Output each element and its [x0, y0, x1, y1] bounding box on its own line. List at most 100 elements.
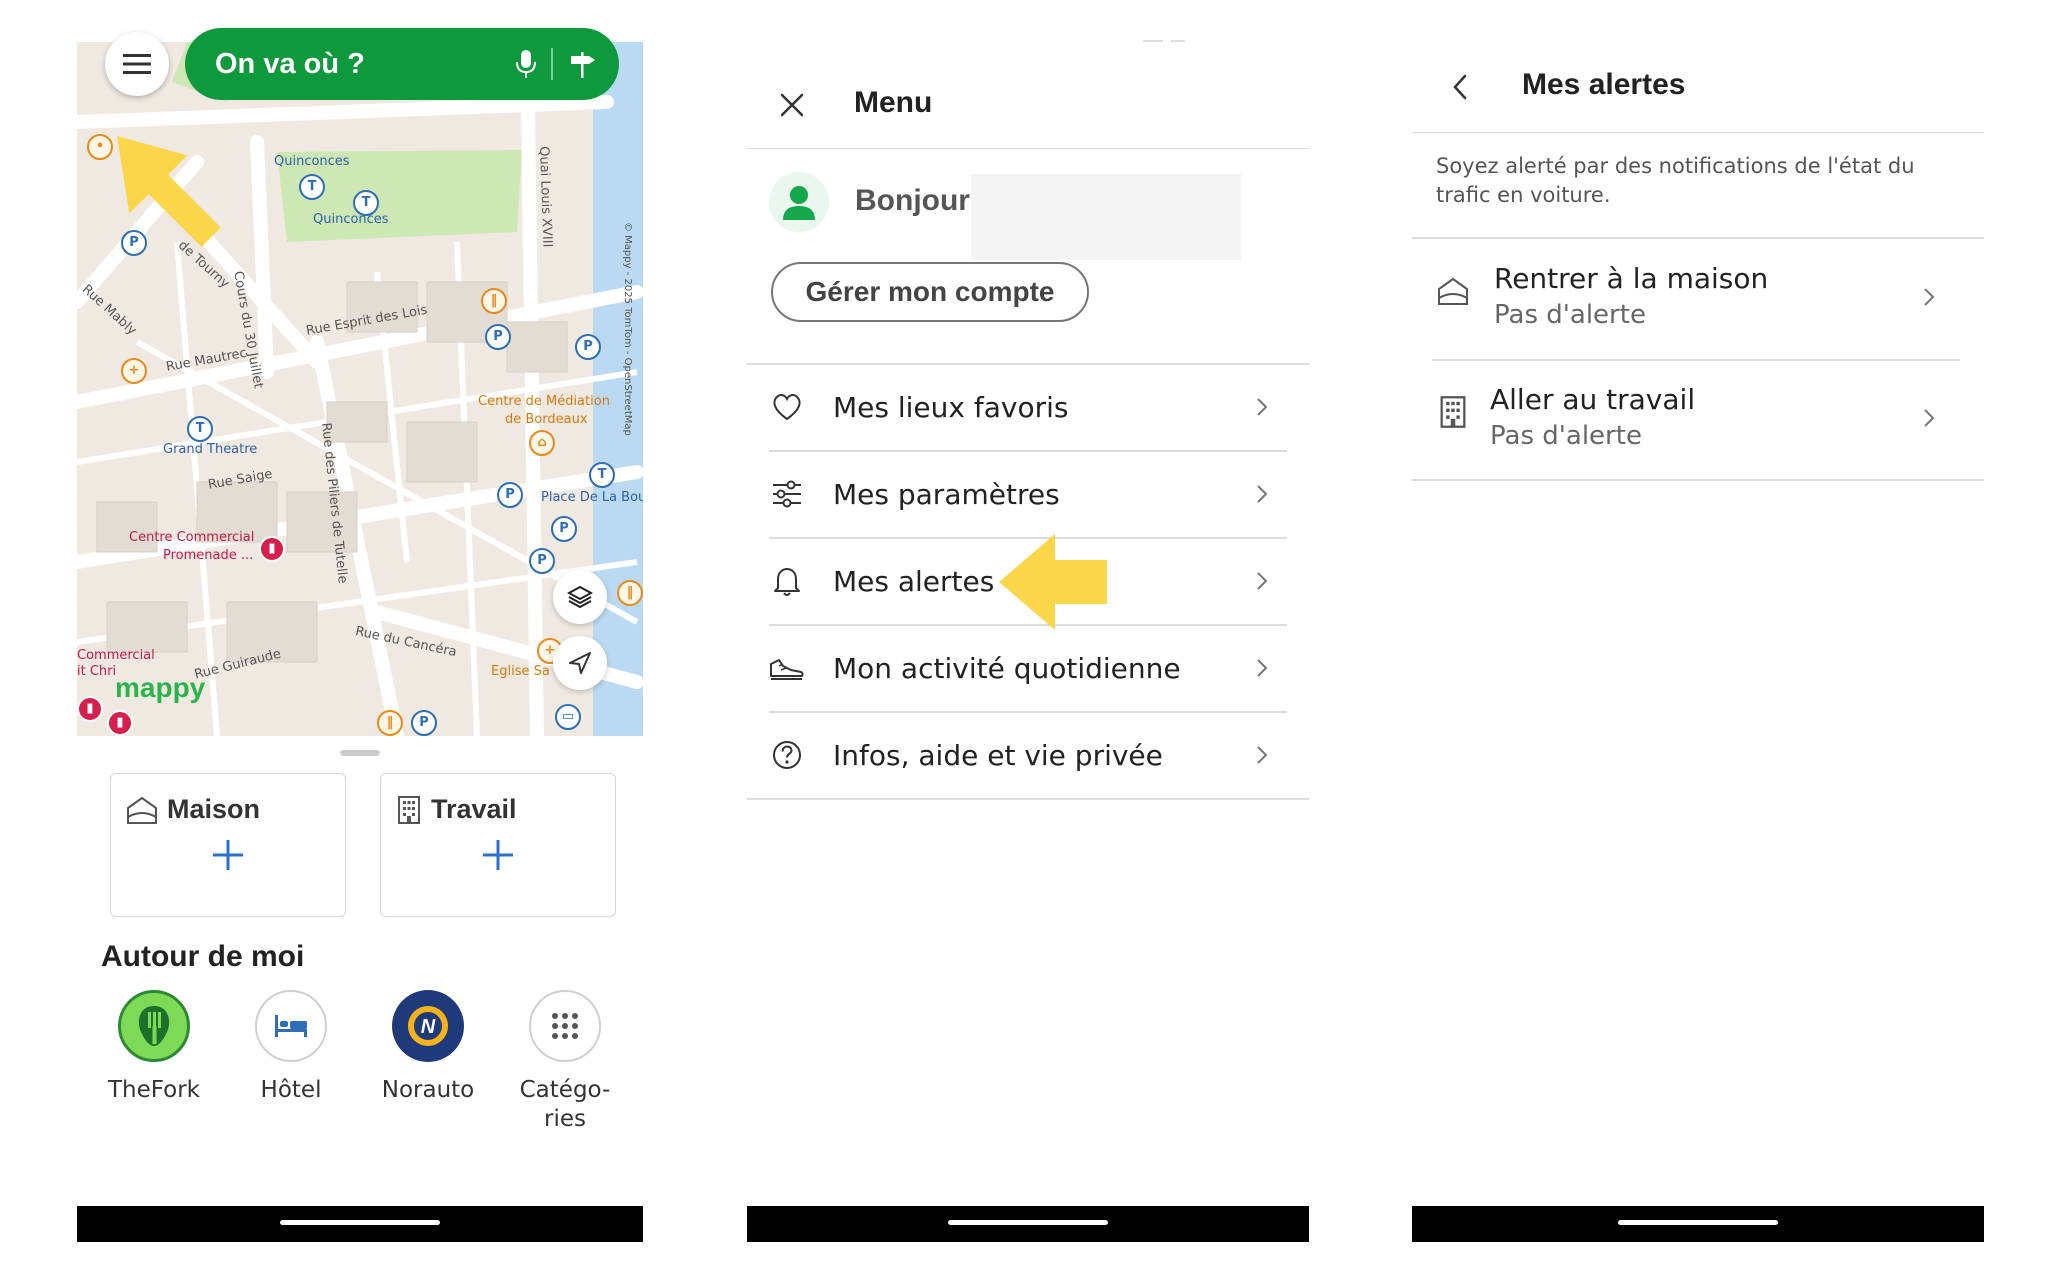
menu-item-label: Infos, aide et vie privée: [833, 738, 1163, 772]
locate-me-button[interactable]: [553, 636, 607, 690]
alert-row-work[interactable]: Aller au travail Pas d'alerte: [1430, 361, 1958, 479]
around-item-label: Catégo- ries: [519, 1077, 611, 1132]
map-label: Promenade ...: [163, 548, 254, 563]
home-gesture-pill[interactable]: [948, 1220, 1108, 1225]
around-item-label: Hôtel: [260, 1077, 322, 1103]
home-icon: [1438, 277, 1468, 305]
menu-button[interactable]: [105, 32, 169, 96]
home-gesture-pill[interactable]: [280, 1220, 440, 1225]
restaurant-marker[interactable]: ‖: [617, 580, 643, 606]
menu-item-favorites[interactable]: Mes lieux favoris: [769, 364, 1287, 450]
bell-icon: [774, 568, 800, 596]
map-label: it Chri: [77, 664, 117, 679]
divider: [1412, 237, 1984, 239]
map-view[interactable]: Quinconces Quinconces Cours du 30 Juille…: [77, 42, 643, 736]
favorite-home-card[interactable]: Maison: [110, 773, 346, 917]
shopping-marker[interactable]: ▮: [77, 696, 103, 722]
around-item-thefork[interactable]: TheFork: [94, 990, 214, 1105]
hamburger-icon: [123, 54, 151, 74]
parking-marker[interactable]: P: [529, 548, 555, 574]
parking-marker[interactable]: P: [497, 482, 523, 508]
parking-marker[interactable]: P: [411, 710, 437, 736]
separator: [551, 48, 553, 80]
parking-marker[interactable]: P: [485, 324, 511, 350]
layers-icon: [566, 585, 594, 609]
home-icon: [127, 796, 157, 824]
highlight-arrow-icon: [999, 534, 1107, 630]
microphone-icon[interactable]: [515, 48, 537, 80]
shoe-icon: [770, 659, 804, 680]
menu-item-settings[interactable]: Mes paramètres: [769, 451, 1287, 537]
sliders-icon: [773, 480, 801, 508]
home-screen: Quinconces Quinconces Cours du 30 Juille…: [77, 0, 643, 1242]
search-input[interactable]: On va où ?: [185, 28, 619, 100]
user-name-redacted: [971, 174, 1241, 260]
shopping-marker[interactable]: ▮: [259, 536, 285, 562]
map-copyright: © Mappy - 2025 TomTom - OpenStreetMap: [622, 222, 633, 436]
close-icon[interactable]: [777, 90, 807, 120]
around-item-categories[interactable]: Catégo- ries: [505, 990, 625, 1134]
map-label: de Bordeaux: [505, 412, 588, 427]
church-marker[interactable]: +: [121, 358, 147, 384]
search-placeholder: On va où ?: [215, 47, 365, 80]
map-label: Quinconces: [313, 212, 389, 227]
restaurant-marker[interactable]: ‖: [481, 288, 507, 314]
tram-marker[interactable]: T: [187, 416, 213, 442]
grid-dots-icon: [529, 990, 601, 1062]
home-gesture-pill[interactable]: [1618, 1220, 1778, 1225]
bed-icon: [255, 990, 327, 1062]
alert-row-home[interactable]: Rentrer à la maison Pas d'alerte: [1430, 240, 1958, 358]
highlight-arrow-icon: [117, 136, 221, 247]
tram-marker[interactable]: T: [299, 174, 325, 200]
system-nav-bar: [77, 1206, 643, 1242]
map-label: Quinconces: [274, 154, 350, 169]
museum-marker[interactable]: ⌂: [529, 430, 555, 456]
add-icon: [213, 840, 243, 870]
chevron-right-icon: [1257, 485, 1268, 503]
map-label: Grand Theatre: [163, 442, 258, 457]
chevron-right-icon: [1257, 572, 1268, 590]
system-nav-bar: [1412, 1206, 1984, 1242]
alert-title: Aller au travail: [1490, 383, 1696, 416]
map-label: Commercial: [77, 648, 155, 663]
restaurant-marker[interactable]: ‖: [377, 710, 403, 736]
alert-title: Rentrer à la maison: [1494, 262, 1769, 295]
menu-item-label: Mes lieux favoris: [833, 390, 1069, 424]
map-label: Centre Commercial: [129, 530, 255, 545]
menu-item-label: Mes paramètres: [833, 477, 1060, 511]
page-title: Mes alertes: [1522, 68, 1686, 101]
tram-marker[interactable]: T: [353, 190, 379, 216]
user-icon: [783, 186, 815, 220]
around-item-norauto[interactable]: N Norauto: [368, 990, 488, 1105]
shopping-marker[interactable]: ▮: [107, 710, 133, 736]
mappy-logo: mappy: [115, 672, 206, 703]
parking-marker[interactable]: P: [551, 516, 577, 542]
around-item-label: TheFork: [107, 1077, 201, 1103]
norauto-icon: N: [392, 990, 464, 1062]
menu-screen: Menu Bonjour Gérer mon compte Mes lieux …: [747, 0, 1309, 1242]
around-item-hotel[interactable]: Hôtel: [231, 990, 351, 1105]
manage-account-button[interactable]: Gérer mon compte: [771, 262, 1089, 322]
poi-marker[interactable]: •: [87, 134, 113, 160]
divider: [1412, 479, 1984, 481]
favorite-work-card[interactable]: Travail: [380, 773, 616, 917]
parking-marker[interactable]: P: [575, 334, 601, 360]
chevron-right-icon: [1257, 398, 1268, 416]
chevron-right-icon: [1257, 746, 1268, 764]
section-title: Autour de moi: [101, 940, 305, 973]
sheet-drag-handle[interactable]: [340, 750, 380, 756]
back-chevron-icon[interactable]: [1446, 72, 1476, 102]
menu-item-help[interactable]: Infos, aide et vie privée: [769, 712, 1287, 798]
directions-signpost-icon[interactable]: [567, 48, 597, 80]
thefork-icon: [118, 990, 190, 1062]
status-hint: [1143, 40, 1193, 43]
alerts-description: Soyez alerté par des notifications de l'…: [1436, 154, 1915, 207]
greeting-text: Bonjour: [855, 184, 970, 217]
system-nav-bar: [747, 1206, 1309, 1242]
hotel-marker[interactable]: ▭: [555, 704, 581, 730]
alert-status: Pas d'alerte: [1494, 300, 1646, 330]
tram-marker[interactable]: T: [589, 462, 615, 488]
map-layers-button[interactable]: [553, 570, 607, 624]
menu-item-daily-activity[interactable]: Mon activité quotidienne: [769, 625, 1287, 711]
favorite-label: Travail: [431, 794, 517, 824]
